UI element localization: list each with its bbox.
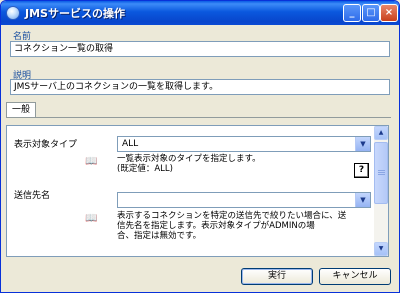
display-type-value: ALL: [122, 139, 139, 149]
destination-name-description: 表示するコネクションを特定の送信先で絞りたい場合に、送 信先名を指定します。表示…: [117, 211, 346, 241]
execute-button[interactable]: 実行: [241, 268, 313, 285]
display-type-label: 表示対象タイプ: [14, 140, 78, 150]
destination-desc-line3: 合、指定は無効です。: [117, 231, 202, 241]
title-bar[interactable]: JMSサービスの操作 _ □ ×: [1, 1, 399, 25]
destination-name-select[interactable]: ▼: [117, 192, 371, 208]
display-type-select[interactable]: ALL ▼: [117, 136, 371, 152]
properties-panel: 表示対象タイプ ALL ▼ 📖 一覧表示対象のタイプを指定します。 (既定値：A…: [6, 125, 389, 257]
tab-divider: [6, 117, 391, 118]
minimize-button[interactable]: _: [343, 4, 361, 22]
scroll-up-button[interactable]: ▲: [374, 126, 388, 140]
display-type-description: 一覧表示対象のタイプを指定します。 (既定値：ALL): [117, 154, 261, 174]
scroll-thumb[interactable]: [374, 142, 388, 204]
display-type-desc-line1: 一覧表示対象のタイプを指定します。: [117, 154, 261, 164]
destination-desc-line1: 表示するコネクションを特定の送信先で絞りたい場合に、送: [117, 211, 347, 221]
dialog-window: JMSサービスの操作 _ □ × 名前 コネクション一覧の取得 説明 JMSサー…: [0, 0, 400, 293]
book-icon: 📖: [85, 156, 98, 167]
window-title: JMSサービスの操作: [25, 7, 125, 20]
dropdown-arrow-icon[interactable]: ▼: [355, 137, 370, 151]
scroll-down-button[interactable]: ▼: [374, 242, 388, 256]
name-field[interactable]: コネクション一覧の取得: [10, 41, 390, 57]
display-type-desc-line2: (既定値：ALL): [117, 164, 173, 174]
dropdown-arrow-icon[interactable]: ▼: [355, 193, 370, 207]
vertical-scrollbar[interactable]: ▲ ▼: [374, 126, 388, 256]
cancel-button[interactable]: キャンセル: [319, 268, 391, 285]
description-field[interactable]: JMSサーバ上のコネクションの一覧を取得します。: [10, 79, 390, 95]
close-button[interactable]: ×: [380, 4, 398, 22]
book-icon: 📖: [85, 213, 98, 224]
tab-general[interactable]: 一般: [6, 102, 36, 118]
maximize-button[interactable]: □: [362, 4, 380, 22]
window-icon: [6, 6, 20, 20]
help-icon[interactable]: ?: [354, 163, 369, 178]
destination-desc-line2: 信先名を指定します。表示対象タイプがADMINの場: [117, 221, 315, 231]
destination-name-label: 送信先名: [14, 191, 51, 201]
